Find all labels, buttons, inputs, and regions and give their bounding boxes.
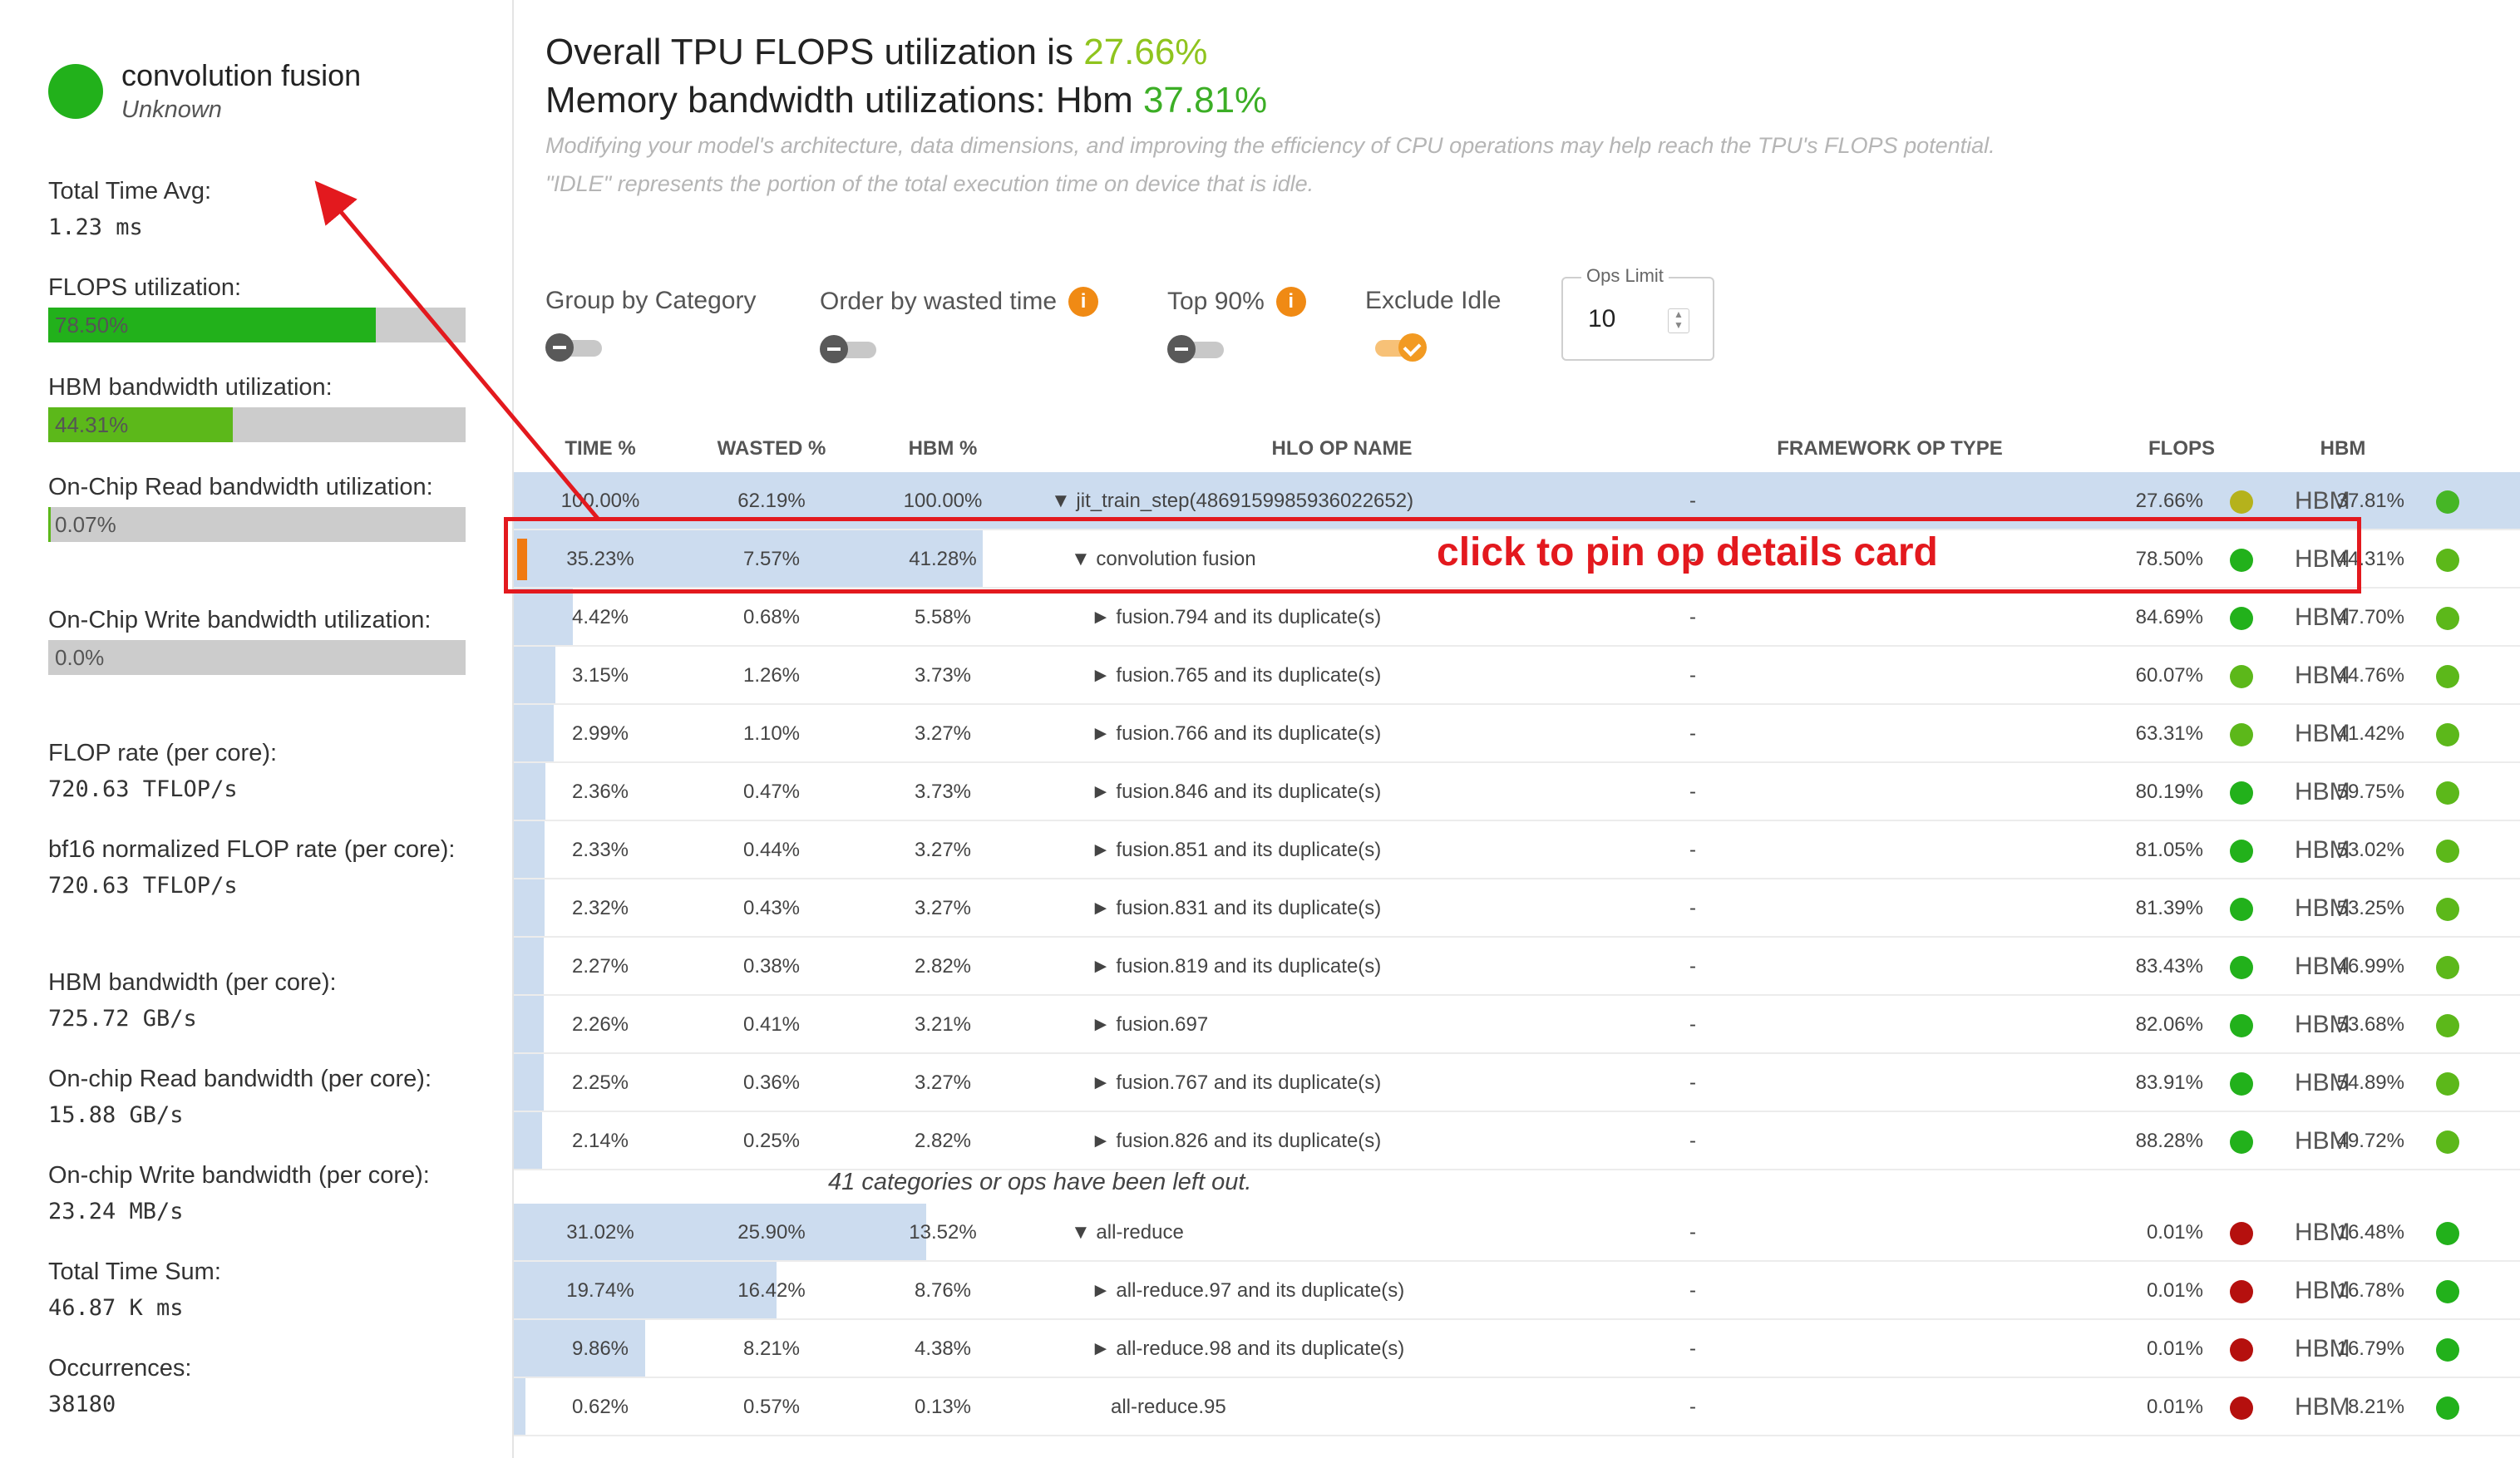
arrow-icon [314,180,600,521]
